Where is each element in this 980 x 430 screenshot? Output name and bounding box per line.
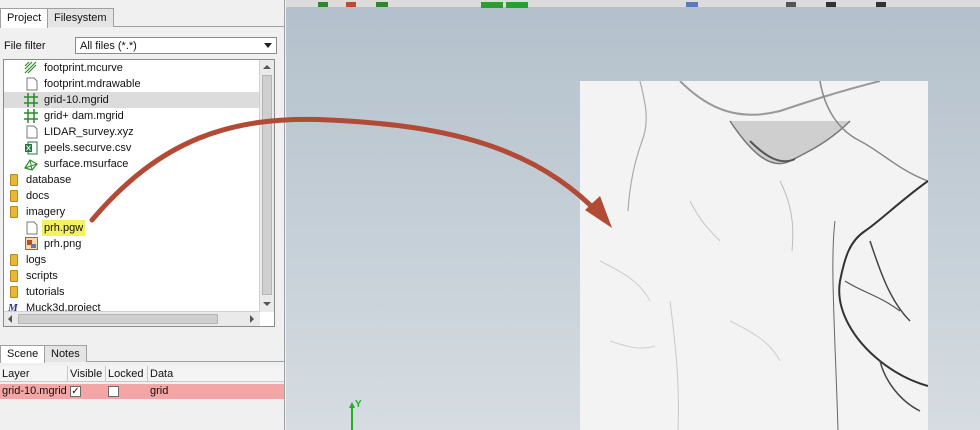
scroll-down-icon[interactable] [263,302,271,306]
blank-file-icon [26,221,40,235]
tree-item-label: scripts [26,270,58,282]
tree-item-label: imagery [26,206,66,218]
tree-item[interactable]: footprint.mcurve [4,60,259,76]
tree-item-label: footprint.mcurve [44,62,123,74]
column-header[interactable]: Data [148,366,284,382]
tree-item-label: logs [26,254,47,266]
blank-file-icon [26,125,40,139]
tree-item-label: prh.pgw [42,220,86,236]
column-header[interactable]: Locked [106,366,148,382]
grid-file-icon [24,109,38,123]
tree-item-label: grid+ dam.mgrid [44,110,124,122]
tab-scene[interactable]: Scene [0,345,46,363]
tree-item[interactable]: surface.msurface [4,156,259,172]
scrollbar-thumb[interactable] [18,314,218,324]
project-tree[interactable]: footprint.mcurve footprint.mdrawable gri… [3,59,275,327]
tree-item-label: tutorials [26,286,65,298]
tree-item[interactable]: prh.png [4,236,259,252]
folder-icon [10,190,18,202]
file-filter-row: File filter All files (*.*) [4,37,279,55]
locked-checkbox[interactable] [108,386,119,397]
tree-item-label: docs [26,190,50,202]
app-window: Project Filesystem File filter All files… [0,0,980,430]
layer-name-cell: grid-10.mgrid [2,385,67,397]
tree-item-label: footprint.mdrawable [44,78,141,90]
y-axis-label: Y [355,399,362,410]
tree-item[interactable]: tutorials [4,284,259,300]
tree-vertical-scrollbar[interactable] [259,60,274,312]
surface-file-icon [24,157,38,171]
scroll-left-icon[interactable] [8,315,12,323]
scene-tabs: Scene Notes [0,345,285,363]
scrollbar-thumb[interactable] [262,75,272,295]
folder-icon [10,270,18,282]
grid-file-icon [24,93,38,107]
y-axis-indicator: Y [348,398,362,430]
file-filter-label: File filter [4,40,46,52]
tree-item[interactable]: grid+ dam.mgrid [4,108,259,124]
layer-table-header: Layer Visible Locked Data [0,366,284,382]
tab-notes[interactable]: Notes [44,345,87,362]
spreadsheet-icon [25,141,39,155]
tree-item-label: LIDAR_survey.xyz [44,126,134,138]
file-filter-value: All files (*.*) [80,40,137,52]
tree-item[interactable]: grid-10.mgrid [4,92,259,108]
tree-item[interactable]: logs [4,252,259,268]
column-header[interactable]: Visible [68,366,106,382]
tree-item[interactable]: database [4,172,259,188]
tree-item-label: grid-10.mgrid [44,94,109,106]
tree-horizontal-scrollbar[interactable] [4,311,260,326]
chevron-down-icon [264,43,272,48]
project-panel: Project Filesystem File filter All files… [0,0,285,430]
curve-file-icon [24,61,38,75]
folder-icon [10,254,18,266]
file-filter-select[interactable]: All files (*.*) [75,37,277,54]
tree-item[interactable]: prh.pgw [4,220,259,236]
tree-item-label: prh.png [44,238,82,250]
tab-filesystem[interactable]: Filesystem [47,8,114,27]
project-tabs: Project Filesystem [0,8,285,28]
tree-item-label: peels.securve.csv [44,142,132,154]
terrain-hillshade-image [580,81,928,430]
3d-viewport[interactable]: Y [286,0,980,430]
folder-icon [10,206,18,218]
tree-item[interactable]: docs [4,188,259,204]
tree-item[interactable]: imagery [4,204,259,220]
scroll-right-icon[interactable] [250,315,254,323]
column-header[interactable]: Layer [0,366,68,382]
scroll-up-icon[interactable] [263,65,271,69]
blank-file-icon [26,77,40,91]
image-file-icon [25,237,39,251]
tree-item[interactable]: footprint.mdrawable [4,76,259,92]
folder-icon [10,174,18,186]
data-type-cell: grid [150,385,169,397]
tree-item-label: surface.msurface [44,158,129,170]
tree-item[interactable]: peels.securve.csv [4,140,259,156]
table-row[interactable]: grid-10.mgrid ✓ grid [0,384,284,399]
toolbar-strip [286,0,980,8]
tree-item-label: database [26,174,72,186]
tree-item[interactable]: scripts [4,268,259,284]
tree-item[interactable]: LIDAR_survey.xyz [4,124,259,140]
folder-icon [10,286,18,298]
visible-checkbox[interactable]: ✓ [70,386,81,397]
tab-project[interactable]: Project [0,8,49,28]
